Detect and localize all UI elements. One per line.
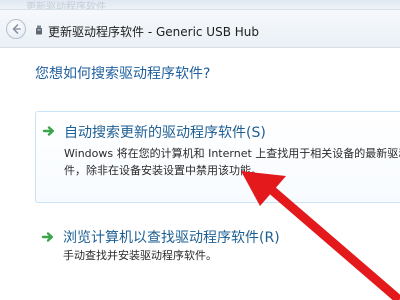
browse-computer-desc-line-1: 手动查找并安装驱动程序软件。 bbox=[63, 249, 217, 262]
wizard-header: 更新驱动程序软件 - Generic USB Hub bbox=[0, 10, 400, 48]
browse-computer-option-title: 浏览计算机以查找驱动程序软件(R) bbox=[63, 230, 280, 246]
auto-search-desc-line-1: Windows 将在您的计算机和 Internet 上查找用于相关设备的最新驱动 bbox=[64, 147, 400, 160]
browse-computer-option[interactable]: 浏览计算机以查找驱动程序软件(R) 手动查找并安装驱动程序软件。 bbox=[35, 220, 400, 264]
window-top-strip: 更新驱动程序软件 bbox=[0, 0, 400, 10]
green-arrow-icon bbox=[41, 232, 53, 242]
faded-window-title: 更新驱动程序软件 bbox=[26, 2, 106, 10]
update-driver-window: 更新驱动程序软件 更新驱动程序软件 - Generic USB Hub 您想如何… bbox=[0, 0, 400, 300]
search-question-heading: 您想如何搜索驱动程序软件? bbox=[35, 66, 211, 82]
browse-computer-option-description: 手动查找并安装驱动程序软件。 bbox=[63, 247, 217, 264]
auto-search-option[interactable]: 自动搜索更新的驱动程序软件(S) Windows 将在您的计算机和 Intern… bbox=[35, 111, 400, 203]
auto-search-option-title: 自动搜索更新的驱动程序软件(S) bbox=[64, 125, 266, 141]
back-arrow-icon bbox=[12, 24, 21, 34]
window-title: 更新驱动程序软件 - Generic USB Hub bbox=[48, 25, 260, 39]
green-arrow-icon bbox=[42, 126, 54, 136]
back-button[interactable] bbox=[6, 19, 26, 39]
auto-search-desc-line-2: 件，除非在设备安装设置中禁用该功能。 bbox=[64, 164, 262, 177]
auto-search-option-description: Windows 将在您的计算机和 Internet 上查找用于相关设备的最新驱动… bbox=[64, 145, 400, 179]
usb-device-icon bbox=[36, 25, 42, 35]
